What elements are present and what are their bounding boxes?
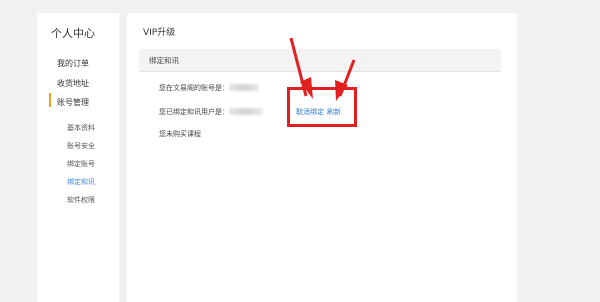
section-header: 绑定和讯 [139, 49, 501, 72]
sidebar-sub-account-security[interactable]: 账号安全 [67, 141, 95, 151]
active-indicator [49, 93, 51, 107]
sidebar-sub-bind-hexun[interactable]: 绑定和讯 [67, 177, 95, 187]
course-status: 您未购买课程 [159, 130, 201, 138]
annotation-box [287, 87, 357, 127]
account-value-redacted [229, 84, 259, 91]
sidebar-title: 个人中心 [51, 27, 95, 40]
sidebar-item-orders[interactable]: 我的订单 [57, 58, 89, 69]
bound-user-value-redacted [229, 108, 263, 115]
sidebar: 个人中心 我的订单 收货地址 账号管理 基本资料 账号安全 绑定账号 绑定和讯 … [37, 13, 119, 302]
sidebar-item-account[interactable]: 账号管理 [57, 97, 89, 108]
sidebar-sub-basic-info[interactable]: 基本资料 [67, 123, 95, 133]
sidebar-item-address[interactable]: 收货地址 [57, 78, 89, 89]
main-panel: VIP升级 绑定和讯 您在文易阁的账号是： 您已绑定和讯用户是： 您未购买课程 [127, 13, 517, 302]
page-title: VIP升级 [143, 28, 176, 38]
account-label: 您在文易阁的账号是： [159, 84, 229, 92]
section-title: 绑定和讯 [149, 56, 179, 65]
sidebar-sub-bind-account[interactable]: 绑定账号 [67, 159, 95, 169]
bound-user-label: 您已绑定和讯用户是： [159, 108, 229, 116]
sidebar-sub-software-permission[interactable]: 软件权限 [67, 195, 95, 205]
